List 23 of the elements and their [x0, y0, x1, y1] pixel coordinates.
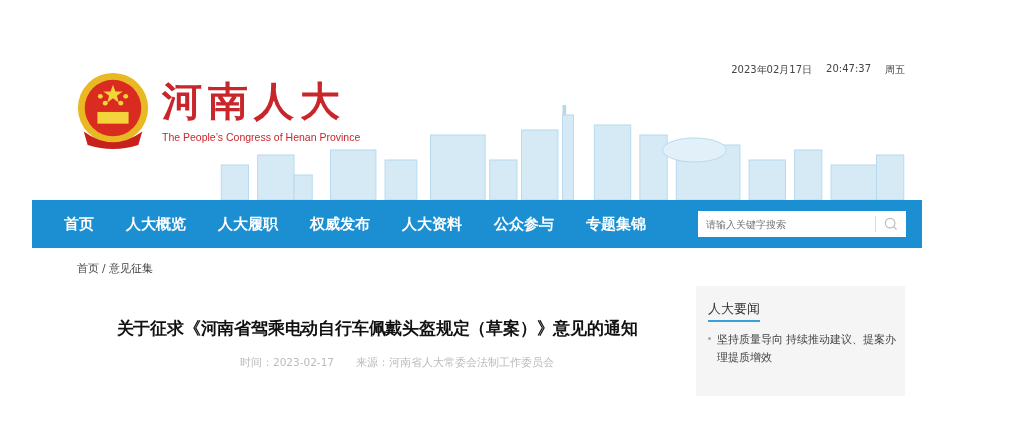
bullet-icon [708, 337, 711, 340]
weekday-text: 周五 [885, 63, 905, 77]
time-text: 20:47:37 [826, 63, 871, 76]
news-link[interactable]: 坚持质量导向 持续推动建议、提案办理提质增效 [717, 330, 899, 366]
breadcrumb-link[interactable]: 首页 [77, 262, 99, 276]
breadcrumb-separator: / [102, 262, 106, 276]
nav-item[interactable]: 权威发布 [310, 211, 370, 237]
nav-item[interactable]: 人大资料 [402, 211, 462, 237]
breadcrumb-link[interactable]: 意见征集 [108, 262, 153, 276]
panel-title: 人大要闻 [708, 300, 760, 322]
site-subtitle: The People’s Congress of Henan Province [162, 131, 361, 143]
nav-item[interactable]: 专题集锦 [586, 211, 646, 237]
search-button[interactable] [875, 211, 906, 237]
article-title: 关于征求《河南省驾乘电动自行车佩戴头盔规定（草案）》意见的通知 [115, 318, 639, 340]
nav-item[interactable]: 人大履职 [218, 211, 278, 237]
nav-item[interactable]: 人大概览 [126, 211, 186, 237]
nav-item[interactable]: 公众参与 [494, 211, 554, 237]
nav-item[interactable]: 首页 [64, 211, 94, 237]
article-date: 时间：2023-02-17 [240, 356, 334, 370]
date-text: 2023年02月17日 [731, 63, 813, 77]
site-title: 河南人大 [162, 77, 347, 125]
search-icon[interactable] [884, 217, 898, 231]
search-field[interactable]: 请输入关键字搜索 [698, 211, 875, 237]
